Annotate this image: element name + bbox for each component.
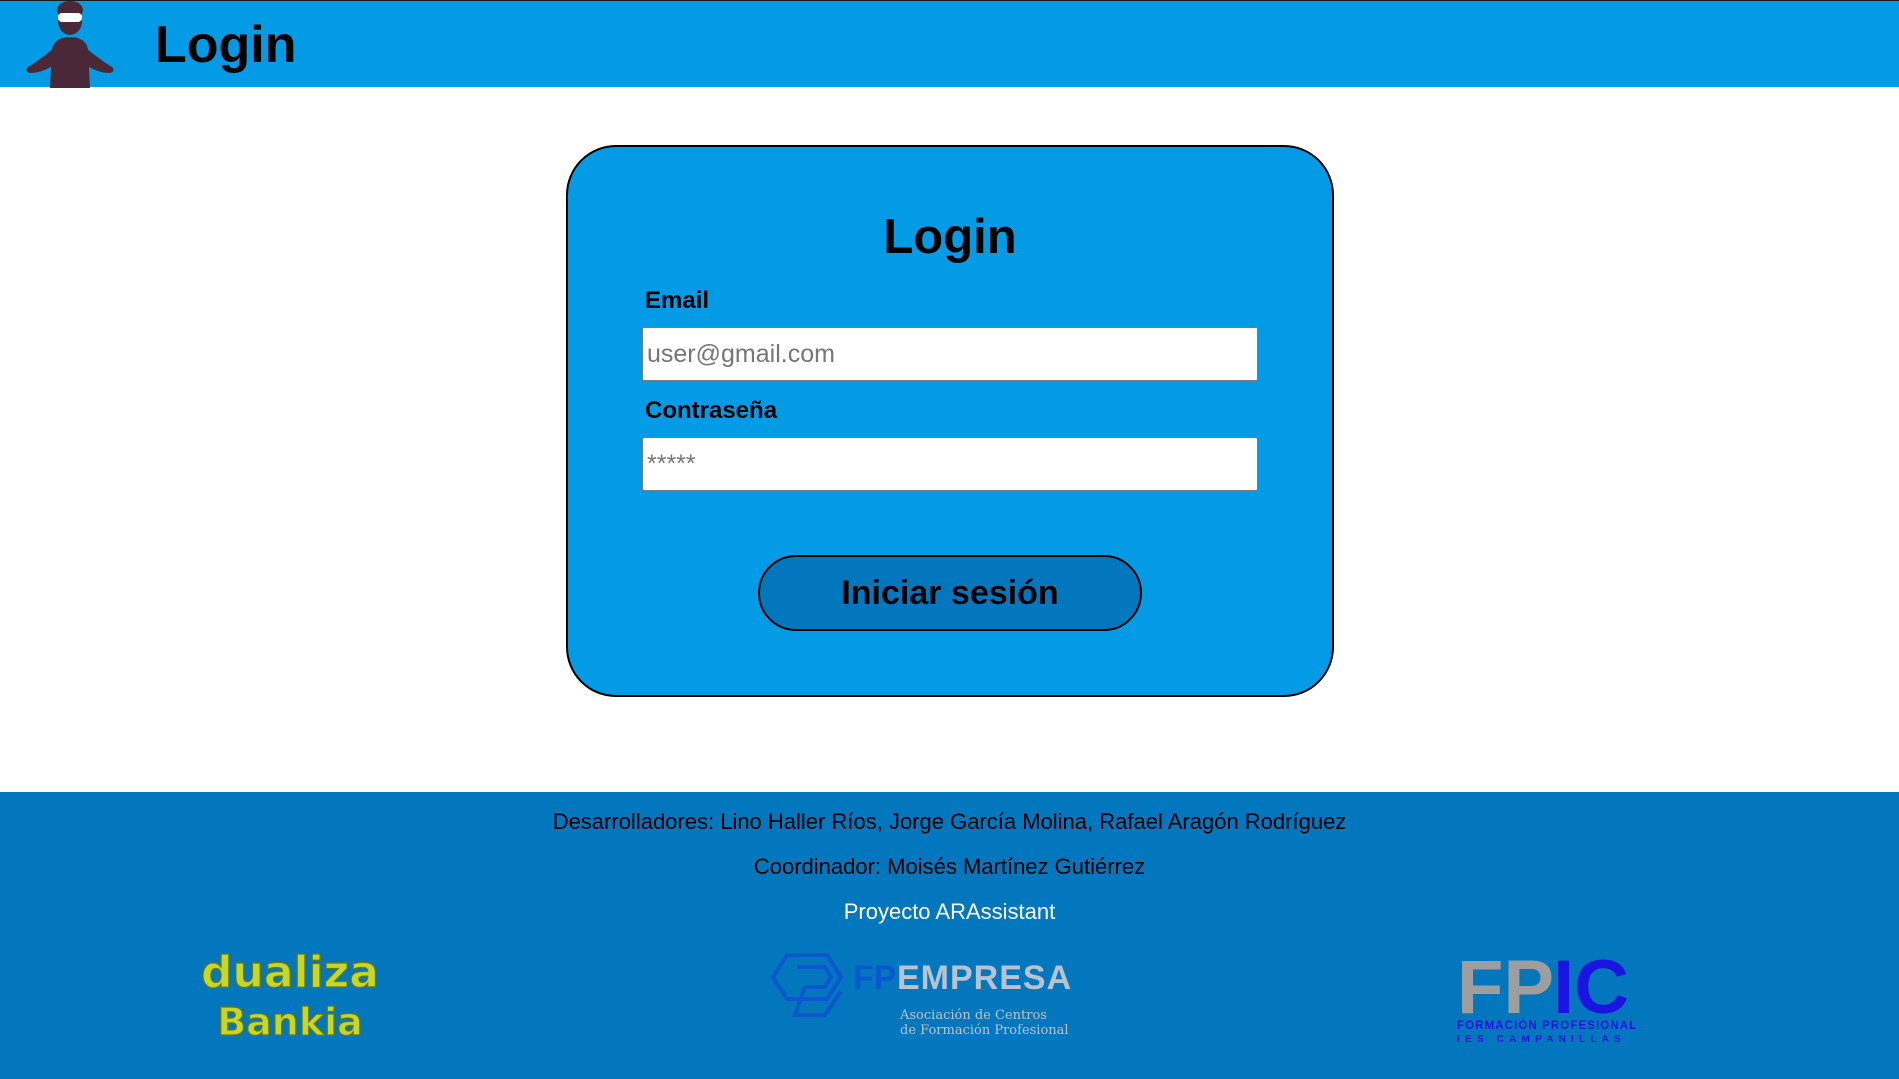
coordinator-credit: Coordinador: Moisés Martínez Gutiérrez	[753, 854, 1146, 879]
email-field[interactable]	[642, 327, 1258, 381]
svg-text:IC: IC	[1553, 947, 1629, 1030]
svg-text:IES CAMPANILLAS: IES CAMPANILLAS	[1457, 1034, 1626, 1045]
app-header: Login	[0, 0, 1899, 88]
svg-text:Asociación de Centros: Asociación de Centros	[899, 1008, 1047, 1023]
svg-text:FP: FP	[853, 959, 896, 997]
login-card: Login Email Contraseña Iniciar sesión	[566, 145, 1334, 697]
developers-credit: Desarrolladores: Lino Haller Ríos, Jorge…	[552, 809, 1347, 834]
svg-text:Bankia: Bankia	[217, 1000, 363, 1044]
project-name: Proyecto ARAssistant	[843, 899, 1056, 924]
fpic-logo: FP IC FORMACIÓN PROFESIONAL IES CAMPANIL…	[1457, 947, 1637, 1045]
svg-text:dualiza: dualiza	[201, 947, 379, 998]
password-field[interactable]	[642, 437, 1258, 491]
email-label: Email	[645, 287, 710, 314]
svg-text:FP: FP	[1457, 947, 1554, 1030]
page-title: Login	[155, 16, 297, 74]
fpempresa-logo: FP EMPRESA Asociación de Centros de Form…	[770, 953, 1072, 1038]
login-button[interactable]: Iniciar sesión	[758, 555, 1142, 631]
svg-text:FORMACIÓN PROFESIONAL: FORMACIÓN PROFESIONAL	[1457, 1019, 1637, 1032]
dualiza-bankia-logo: dualiza Bankia	[200, 947, 379, 1045]
login-form-title: Login	[883, 210, 1017, 264]
password-label: Contraseña	[645, 397, 778, 424]
svg-text:EMPRESA: EMPRESA	[897, 959, 1072, 997]
person-with-vr-glasses-icon	[26, 1, 114, 88]
svg-text:de Formación Profesional: de Formación Profesional	[900, 1023, 1069, 1038]
footer: Desarrolladores: Lino Haller Ríos, Jorge…	[0, 792, 1899, 1079]
